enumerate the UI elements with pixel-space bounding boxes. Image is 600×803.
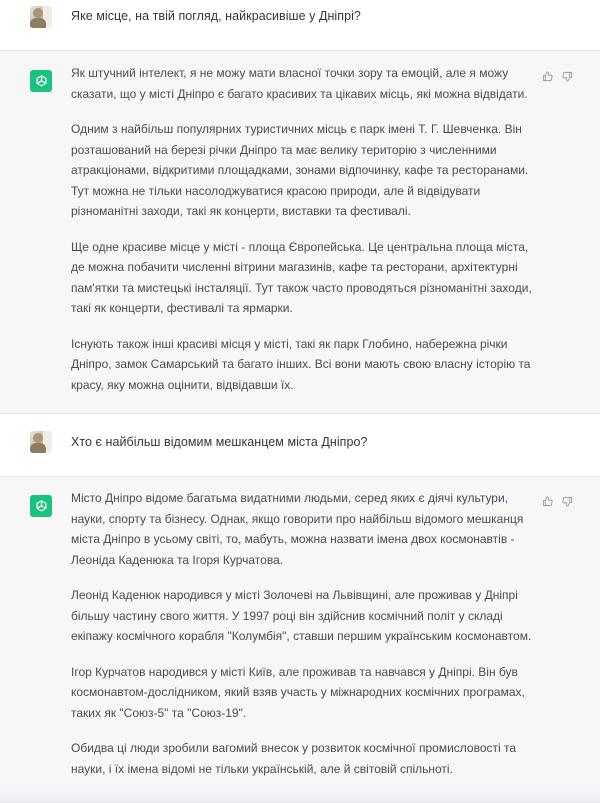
bottom-fade bbox=[0, 788, 600, 802]
answer-paragraph: Місто Дніпро відоме багатьма видатними л… bbox=[71, 491, 524, 567]
assistant-message-1: Як штучний інтелект, я не можу мати влас… bbox=[0, 50, 600, 414]
thumbs-up-icon[interactable] bbox=[542, 71, 553, 82]
answer-paragraph: Ще одне красиве місце у місті - площа Єв… bbox=[71, 239, 532, 316]
user-question-text: Хто є найбільш відомим мешканцем міста Д… bbox=[71, 435, 368, 449]
answer-paragraph: Як штучний інтелект, я не можу мати влас… bbox=[71, 66, 528, 101]
assistant-message-2: Місто Дніпро відоме багатьма видатними л… bbox=[0, 476, 600, 803]
openai-logo-icon bbox=[30, 70, 52, 92]
answer-paragraph: Обидва ці люди зробили вагомий внесок у … bbox=[71, 741, 517, 776]
answer-paragraph: Ігор Курчатов народився у місті Київ, ал… bbox=[71, 664, 525, 720]
feedback-buttons bbox=[542, 71, 573, 82]
answer-paragraph: Одним з найбільш популярних туристичних … bbox=[71, 122, 529, 218]
thumbs-down-icon[interactable] bbox=[562, 496, 573, 507]
answer-paragraph: Леонід Каденюк народився у місті Золочев… bbox=[71, 588, 532, 643]
user-message-1: Яке місце, на твій погляд, найкрасивіше … bbox=[0, 0, 600, 50]
user-avatar bbox=[30, 6, 52, 28]
assistant-answer-text: Як штучний інтелект, я не можу мати влас… bbox=[71, 63, 541, 410]
assistant-answer-text: Місто Дніпро відоме багатьма видатними л… bbox=[71, 488, 541, 794]
user-question-text: Яке місце, на твій погляд, найкрасивіше … bbox=[71, 9, 361, 23]
answer-paragraph: Існують також інші красиві місця у місті… bbox=[71, 336, 531, 392]
user-avatar bbox=[30, 431, 52, 453]
thumbs-down-icon[interactable] bbox=[562, 71, 573, 82]
feedback-buttons bbox=[542, 496, 573, 507]
thumbs-up-icon[interactable] bbox=[542, 496, 553, 507]
chat-thread: Яке місце, на твій погляд, найкрасивіше … bbox=[0, 0, 600, 803]
openai-logo-icon bbox=[30, 495, 52, 517]
user-message-2: Хто є найбільш відомим мешканцем міста Д… bbox=[0, 414, 600, 476]
